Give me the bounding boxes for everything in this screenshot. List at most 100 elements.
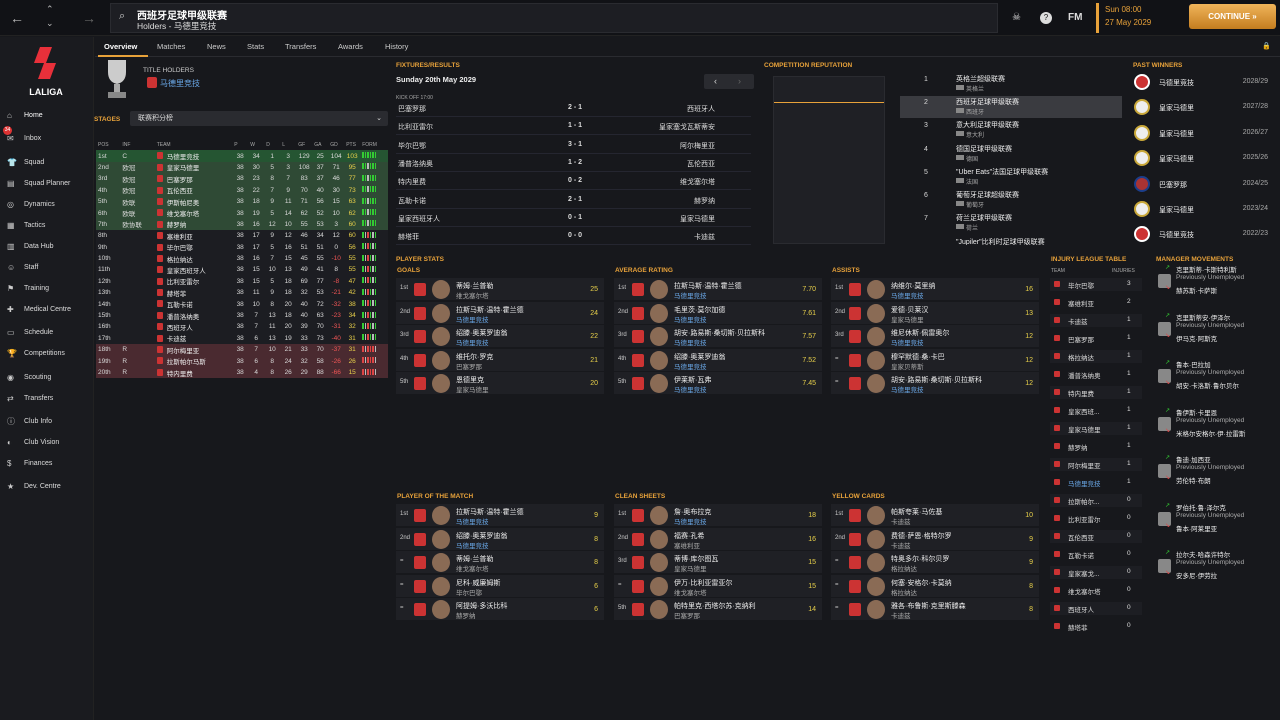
tab-matches[interactable]: Matches [157,42,185,51]
injury-row[interactable]: 潘普洛纳奥 1 [1050,368,1142,381]
club-name[interactable]: 马德里竞技 [456,516,489,526]
injury-row[interactable]: 西班牙人 0 [1050,602,1142,615]
reputation-row[interactable]: 2 西班牙足球甲级联赛 西班牙 [900,96,1122,119]
past-winner-row[interactable]: 巴塞罗那 2024/25 [1132,172,1272,197]
team-name[interactable]: 西班牙人 [155,321,232,332]
fixture-row[interactable]: 赫塔菲 0 - 0 卡迪兹 [396,232,751,246]
holders-team[interactable]: 马德里竞技 [160,78,200,89]
table-row[interactable]: 10th 格拉纳达 38 16 7 15 45 55 -10 55 [96,252,388,265]
past-winner-row[interactable]: 皇家马德里 2023/24 [1132,197,1272,222]
stat-row[interactable]: 3rd 维尼休斯·佩雷奥尔 马德里竞技 12 [831,325,1039,348]
injury-row[interactable]: 卡迪兹 1 [1050,314,1142,327]
club-name[interactable]: 皇家贝蒂斯 [891,361,924,371]
skull-icon[interactable]: ☠ [1012,12,1021,23]
manager-movement-row[interactable]: ↗ 拉尔夫·哈森许特尔 Previously Unemployed ↘ 安多尼·伊劳拉 [1156,547,1276,594]
tab-stats[interactable]: Stats [247,42,264,51]
sidebar-item-dev-centre[interactable]: ★ Dev. Centre [0,478,94,496]
table-row[interactable]: 19th R 拉斯帕尔马斯 38 6 8 24 32 58 -26 26 [96,355,388,367]
manager-movement-row[interactable]: ↗ 克里斯蒂·卡斯特利斯 Previously Unemployed ↘ 赫苏斯·卡萨斯 [1156,262,1276,309]
table-row[interactable]: 7th 欧协联 赫罗纳 38 16 12 10 55 53 3 60 [96,218,388,231]
stat-row[interactable]: = 尼科·威廉姆斯 毕尔巴鄂 6 [396,574,604,598]
manager-movement-row[interactable]: ↗ 鲁本·巴拉加 Previously Unemployed ↘ 胡安·卡洛斯·鲁尔贝尔 [1156,357,1276,404]
stat-row[interactable]: 1st 拉斯马斯·温特·霍兰德 马德里竞技 7.70 [614,278,822,301]
fixture-row[interactable]: 瓦勒卡诺 2 - 1 赫罗纳 [396,196,751,209]
injury-row[interactable]: 比利亚雷尔 0 [1050,512,1142,525]
manager-out[interactable]: 安多尼·伊劳拉 [1176,570,1217,580]
club-name[interactable]: 马德里竞技 [891,290,924,300]
tab-transfers[interactable]: Transfers [285,42,316,51]
club-name[interactable]: 马德里竞技 [674,290,707,300]
header-pos[interactable]: POS [96,139,120,150]
manager-in[interactable]: 拉尔夫·哈森许特尔 [1176,549,1230,559]
sidebar-item-data-hub[interactable]: ▥ Data Hub [0,238,94,256]
header-team[interactable]: TEAM [155,139,232,150]
stat-card-title[interactable]: AVERAGE RATING [615,267,673,274]
stat-row[interactable]: 3rd 胡安·路易斯·桑切斯·贝拉斯科 马德里竞技 7.57 [614,325,822,348]
stat-row[interactable]: 2nd 福赛·孔希 塞维利亚 16 [614,527,822,551]
stat-row[interactable]: 2nd 费德·萨恩·格特尔罗 卡迪兹 9 [831,527,1039,551]
header-ga[interactable]: GA [312,139,328,150]
team-name[interactable]: 赫塔菲 [155,287,232,298]
fixture-row[interactable]: 潘普洛纳奥 1 - 2 瓦伦西亚 [396,159,751,172]
table-row[interactable]: 1st C 马德里竞技 38 34 1 3 129 25 104 103 [96,150,388,162]
table-row[interactable]: 14th 瓦勒卡诺 38 10 8 20 40 72 -32 38 [96,298,388,310]
club-name[interactable]: 马德里竞技 [456,314,489,324]
club-name[interactable]: 马德里竞技 [674,314,707,324]
manager-in[interactable]: 鲁本·巴拉加 [1176,359,1211,369]
injury-row[interactable]: 皇家西班... 1 [1050,404,1142,417]
search-bar[interactable]: ⌕ 西班牙足球甲级联赛 Holders - 马德里竞技 [110,3,998,33]
sidebar-item-competitions[interactable]: 🏆 Competitions [0,345,94,363]
header-inf[interactable]: INF [120,139,154,150]
club-name[interactable]: 卡迪兹 [891,540,911,550]
past-winner-row[interactable]: 皇家马德里 2025/26 [1132,146,1272,171]
injury-row[interactable]: 瓦伦西亚 0 [1050,530,1142,543]
date-display[interactable]: Sun 08:00 27 May 2029 [1096,3,1178,33]
stat-row[interactable]: 5th 帕特里克·西塔尔苏·克纳利 巴塞罗那 14 [614,598,822,621]
club-name[interactable]: 巴塞罗那 [674,610,700,620]
club-name[interactable]: 维戈塞尔塔 [456,290,489,300]
team-name[interactable]: 瓦伦西亚 [155,185,232,196]
stat-row[interactable]: 2nd 绍滕·奥莱罗迪翁 马德里竞技 8 [396,527,604,551]
club-name[interactable]: 维戈塞尔塔 [674,587,707,597]
sidebar-item-training[interactable]: ⚑ Training [0,280,94,298]
stat-card-title[interactable]: ASSISTS [832,267,860,274]
sidebar-item-club-info[interactable]: ⓘ Club Info [0,413,94,431]
injury-row[interactable]: 赫塔菲 0 [1050,620,1142,633]
club-name[interactable]: 赫罗纳 [456,610,476,620]
table-row[interactable]: 8th 塞维利亚 38 17 9 12 46 34 12 60 [96,230,388,242]
help-icon[interactable]: ? [1040,12,1052,24]
sidebar-item-club-vision[interactable]: ◐ Club Vision [0,434,94,452]
table-row[interactable]: 5th 欧联 伊斯帕尼奥 38 18 9 11 71 56 15 63 [96,195,388,208]
injury-row[interactable]: 格拉纳达 1 [1050,350,1142,363]
stat-row[interactable]: 3rd 绍滕·奥莱罗迪翁 马德里竞技 22 [396,325,604,348]
past-winner-row[interactable]: 马德里竞技 2022/23 [1132,222,1272,247]
injury-label[interactable]: INJURY LEAGUE TABLE [1051,256,1126,263]
manager-in[interactable]: 克里斯蒂·卡斯特利斯 [1176,264,1237,274]
manager-out[interactable]: 劳伦特·布朗 [1176,475,1211,485]
injury-row[interactable]: 皇家塞戈... 0 [1050,566,1142,579]
table-row[interactable]: 6th 欧联 维戈塞尔塔 38 19 5 14 62 52 10 62 [96,207,388,219]
table-row[interactable]: 9th 毕尔巴鄂 38 17 5 16 51 51 0 56 [96,241,388,253]
club-name[interactable]: 马德里竞技 [674,516,707,526]
manager-in[interactable]: 鲁伊斯·卡里恩 [1176,407,1217,417]
team-name[interactable]: 卡迪兹 [155,333,232,344]
fixture-row[interactable]: 毕尔巴鄂 3 - 1 阿尔梅里亚 [396,141,751,154]
club-name[interactable]: 格拉纳达 [891,587,917,597]
stat-row[interactable]: 1st 蒂姆·兰普勒 维戈塞尔塔 25 [396,278,604,301]
past-winner-row[interactable]: 皇家马德里 2026/27 [1132,121,1272,146]
sidebar-item-inbox[interactable]: ✉ 34 Inbox [0,126,94,148]
lock-icon[interactable]: 🔒 [1262,42,1271,50]
stat-row[interactable]: 2nd 爱德·贝莱汉 皇家马德里 13 [831,301,1039,325]
stat-card-title[interactable]: CLEAN SHEETS [615,493,665,500]
stages-label[interactable]: STAGES [94,116,120,123]
stat-card-title[interactable]: YELLOW CARDS [832,493,885,500]
team-name[interactable]: 伊斯帕尼奥 [155,196,232,207]
reputation-row[interactable]: 4 德国足球甲级联赛 德国 [900,143,1122,165]
next-icon[interactable]: › [738,76,741,86]
down-icon[interactable]: ⌄ [46,18,54,29]
tab-overview[interactable]: Overview [104,42,137,51]
sidebar-item-tactics[interactable]: ▦ Tactics [0,217,94,235]
continue-button[interactable]: CONTINUE » [1189,4,1276,29]
header-w[interactable]: W [248,139,264,150]
manager-movement-row[interactable]: ↗ 鲁迪·加西亚 Previously Unemployed ↘ 劳伦特·布朗 [1156,452,1276,499]
